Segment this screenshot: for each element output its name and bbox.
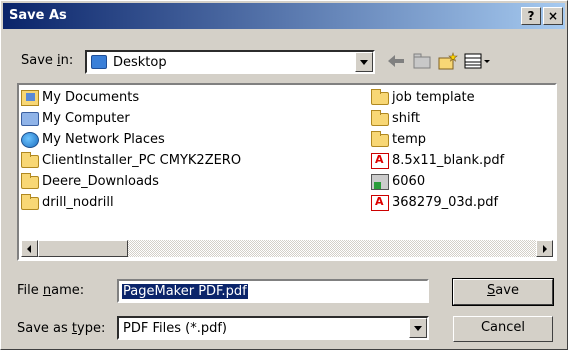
cancel-button[interactable]: Cancel — [453, 316, 553, 342]
item-label: 368279_03d.pdf — [392, 195, 499, 210]
chevron-down-icon[interactable] — [355, 52, 373, 72]
desktop-icon — [91, 55, 107, 69]
list-item[interactable]: shift — [371, 108, 504, 129]
item-label: drill_nodrill — [42, 195, 114, 210]
list-item[interactable]: My Documents — [21, 87, 241, 108]
scroll-right-arrow-icon[interactable] — [536, 240, 553, 257]
save-in-dropdown[interactable]: Desktop — [85, 50, 375, 74]
list-item[interactable]: 6060 — [371, 171, 504, 192]
pdf-icon — [371, 194, 389, 211]
file-list[interactable]: My Documents My Computer My Network Plac… — [17, 83, 557, 261]
save-as-dialog: Save As ? × Save in: Desktop My Document… — [0, 0, 568, 350]
item-label: job template — [392, 90, 475, 105]
save-as-type-value: PDF Files (*.pdf) — [123, 321, 227, 336]
network-places-icon — [21, 131, 39, 148]
up-folder-icon[interactable] — [411, 51, 433, 71]
file-name-value: PageMaker PDF.pdf — [122, 284, 248, 299]
title-bar[interactable]: Save As ? × — [3, 3, 565, 29]
list-item[interactable]: My Network Places — [21, 129, 241, 150]
item-label: ClientInstaller_PC CMYK2ZERO — [42, 153, 242, 168]
file-name-input[interactable]: PageMaker PDF.pdf — [117, 279, 429, 303]
window-title: Save As — [9, 8, 67, 23]
new-folder-icon[interactable] — [437, 51, 459, 71]
item-label: My Network Places — [42, 132, 165, 147]
list-item[interactable]: My Computer — [21, 108, 241, 129]
back-arrow-icon[interactable] — [385, 51, 407, 71]
item-label: My Computer — [42, 111, 130, 126]
view-menu-icon[interactable] — [463, 51, 493, 71]
file-column-right: job template shift temp 8.5x11_blank.pdf… — [371, 87, 504, 213]
list-item[interactable]: job template — [371, 87, 504, 108]
save-button[interactable]: Save — [452, 278, 554, 306]
list-item[interactable]: ClientInstaller_PC CMYK2ZERO — [21, 150, 241, 171]
list-item[interactable]: 8.5x11_blank.pdf — [371, 150, 504, 171]
chevron-down-icon[interactable] — [409, 318, 427, 338]
item-label: shift — [392, 111, 421, 126]
item-label: 6060 — [392, 174, 426, 189]
item-label: temp — [392, 132, 427, 147]
list-item[interactable]: temp — [371, 129, 504, 150]
folder-icon — [371, 110, 389, 126]
list-item[interactable]: drill_nodrill — [21, 192, 241, 213]
shortcut-icon — [371, 173, 389, 190]
scroll-left-arrow-icon[interactable] — [21, 240, 38, 257]
file-name-label: File name: — [17, 283, 85, 298]
pdf-icon — [371, 152, 389, 169]
folder-icon — [21, 152, 39, 168]
item-label: Deere_Downloads — [42, 174, 159, 189]
list-item[interactable]: 368279_03d.pdf — [371, 192, 504, 213]
my-computer-icon — [21, 111, 39, 126]
help-button[interactable]: ? — [521, 7, 541, 25]
folder-icon — [21, 173, 39, 189]
save-in-value: Desktop — [113, 55, 167, 70]
item-label: My Documents — [42, 90, 140, 105]
my-documents-icon — [21, 89, 39, 106]
folder-icon — [21, 194, 39, 210]
file-column-left: My Documents My Computer My Network Plac… — [21, 87, 241, 213]
item-label: 8.5x11_blank.pdf — [392, 153, 505, 168]
save-in-label: Save in: — [21, 53, 74, 68]
folder-icon — [371, 131, 389, 147]
save-as-type-dropdown[interactable]: PDF Files (*.pdf) — [117, 316, 429, 340]
save-as-type-label: Save as type: — [17, 321, 106, 336]
list-item[interactable]: Deere_Downloads — [21, 171, 241, 192]
scrollbar-thumb[interactable] — [38, 240, 128, 257]
horizontal-scrollbar[interactable] — [21, 240, 553, 257]
close-button[interactable]: × — [543, 7, 563, 25]
folder-icon — [371, 89, 389, 105]
